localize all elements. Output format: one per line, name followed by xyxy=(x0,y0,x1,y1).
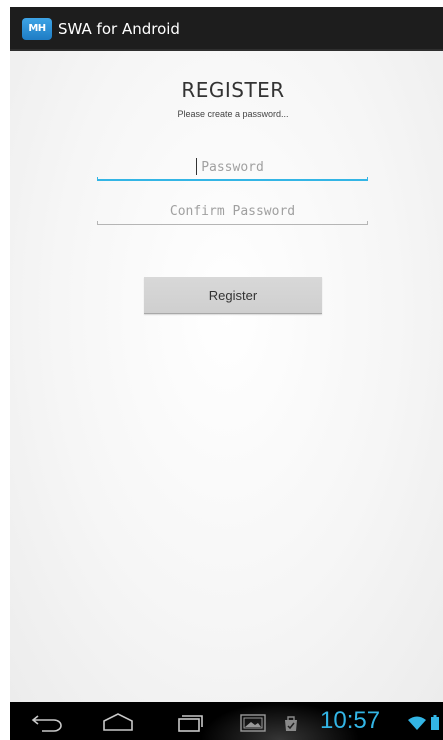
page-title: REGISTER xyxy=(181,78,285,102)
page-subtitle: Please create a password... xyxy=(177,109,289,119)
navigation-bar: 10:57 xyxy=(10,702,443,740)
app-logo[interactable]: MH xyxy=(22,18,52,40)
action-bar: MH SWA for Android xyxy=(10,7,443,51)
notification-bag-icon[interactable] xyxy=(283,714,299,732)
device-screen: MH SWA for Android REGISTER Please creat… xyxy=(0,0,443,740)
app-title: SWA for Android xyxy=(58,20,180,38)
password-underline xyxy=(97,177,368,181)
password-field[interactable] xyxy=(97,155,368,181)
home-icon[interactable] xyxy=(100,711,136,733)
screenshot-icon[interactable] xyxy=(240,714,266,732)
confirm-password-field[interactable] xyxy=(97,199,368,225)
battery-icon xyxy=(431,715,439,730)
register-button[interactable]: Register xyxy=(144,277,322,314)
recent-apps-icon[interactable] xyxy=(170,711,206,733)
status-clock: 10:57 xyxy=(320,707,381,734)
confirm-password-underline xyxy=(97,221,368,225)
password-input[interactable] xyxy=(97,155,368,179)
wifi-icon xyxy=(408,716,426,730)
register-form: REGISTER Please create a password... Reg… xyxy=(10,51,443,702)
confirm-password-input[interactable] xyxy=(97,199,368,223)
text-cursor xyxy=(196,158,197,175)
back-icon[interactable] xyxy=(30,711,66,733)
